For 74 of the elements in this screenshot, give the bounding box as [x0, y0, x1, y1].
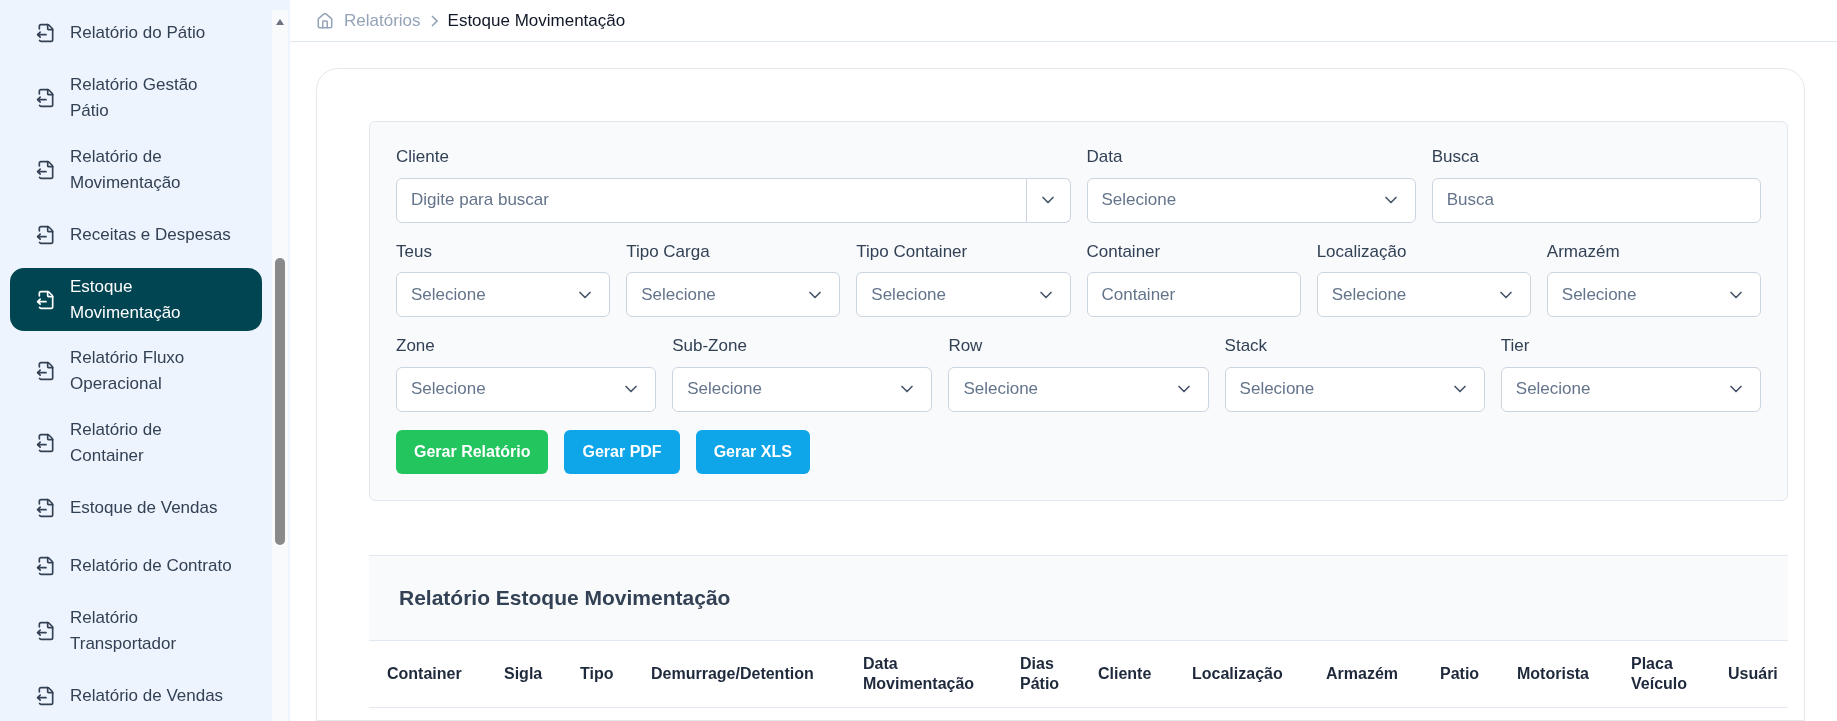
- field-label: Data: [1086, 146, 1124, 168]
- column-header: Demurrage/Detention: [651, 663, 814, 684]
- file-arrow-icon: [36, 361, 56, 382]
- column-header: Container: [387, 663, 462, 684]
- field-label: Cliente: [396, 146, 450, 168]
- select-field[interactable]: Selecione: [396, 366, 657, 412]
- file-arrow-icon: [36, 23, 56, 43]
- select-field[interactable]: Selecione: [396, 272, 611, 317]
- input-field[interactable]: Container: [1086, 272, 1301, 317]
- column-header: Placa Veículo: [1631, 653, 1687, 694]
- column-header: Usuári: [1728, 663, 1778, 684]
- select-field[interactable]: Selecione: [1086, 177, 1416, 223]
- column-header: Tipo: [580, 663, 614, 684]
- column-header: Localização: [1192, 663, 1283, 684]
- breadcrumb-current: Estoque Movimentação: [447, 9, 626, 32]
- field-label: Localização: [1316, 240, 1408, 263]
- field-label: Teus: [396, 240, 433, 263]
- chevron-right-icon: [430, 14, 438, 27]
- field-label: Zone: [396, 335, 436, 357]
- file-arrow-icon: [36, 621, 56, 642]
- field-label: Row: [948, 335, 984, 357]
- select-field[interactable]: Selecione: [948, 366, 1209, 412]
- sidebar-item[interactable]: Estoque Movimentação: [10, 267, 262, 332]
- action-button[interactable]: Gerar XLS: [695, 429, 810, 474]
- select-field[interactable]: Selecione: [1546, 272, 1761, 317]
- field-label: Tipo Carga: [626, 240, 711, 263]
- file-arrow-icon: [36, 87, 56, 108]
- select-field[interactable]: Selecione: [1316, 272, 1531, 317]
- sidebar-item[interactable]: Relatório de Container: [10, 411, 262, 476]
- sidebar-item[interactable]: Receitas e Despesas: [10, 209, 262, 260]
- action-button[interactable]: Gerar PDF: [564, 429, 680, 474]
- select-field[interactable]: Selecione: [856, 272, 1071, 317]
- dropdown-button[interactable]: [1026, 177, 1071, 223]
- sidebar-item[interactable]: Relatório Gestão Pátio: [10, 66, 262, 130]
- scroll-up-arrow-icon[interactable]: [275, 18, 285, 26]
- select-field[interactable]: Selecione: [1500, 366, 1761, 412]
- select-field[interactable]: Selecione: [1224, 366, 1485, 412]
- field-label: Sub-Zone: [672, 335, 748, 357]
- sidebar-item[interactable]: Relatório Fluxo Operacional: [10, 339, 262, 404]
- select-field[interactable]: Selecione: [672, 366, 933, 412]
- file-arrow-icon: [36, 224, 56, 245]
- field-label: Armazém: [1546, 240, 1621, 263]
- file-arrow-icon: [36, 685, 56, 706]
- sidebar-item[interactable]: Relatório Transportador: [10, 599, 262, 663]
- column-header: Motorista: [1517, 663, 1589, 684]
- scrollbar-thumb[interactable]: [275, 258, 285, 545]
- sidebar-item[interactable]: Relatório de Contrato: [10, 541, 262, 592]
- field-label: Busca: [1431, 146, 1480, 168]
- column-header: Patio: [1440, 663, 1480, 684]
- sidebar-item[interactable]: Relatório do Pátio: [10, 8, 262, 58]
- column-header: Cliente: [1098, 663, 1152, 684]
- breadcrumb-link[interactable]: Relatórios: [344, 7, 421, 34]
- file-arrow-icon: [36, 159, 56, 180]
- sidebar-item[interactable]: Relatório de Vendas: [10, 670, 262, 721]
- input-field[interactable]: Digite para buscar: [396, 177, 1027, 223]
- field-label: Stack: [1224, 335, 1269, 357]
- file-arrow-icon: [36, 556, 56, 577]
- column-header: Sigla: [504, 663, 543, 684]
- file-arrow-icon: [36, 289, 56, 310]
- file-arrow-icon: [36, 433, 56, 454]
- home-icon[interactable]: [316, 11, 334, 30]
- sidebar-item[interactable]: Relatório de Movimentação: [10, 137, 262, 202]
- field-label: Tipo Container: [856, 240, 969, 263]
- field-label: Tier: [1500, 335, 1531, 357]
- select-field[interactable]: Selecione: [626, 272, 841, 317]
- scrollbar[interactable]: [272, 10, 288, 721]
- input-field[interactable]: Busca: [1431, 177, 1761, 223]
- column-header: Armazém: [1326, 663, 1399, 684]
- field-label: Container: [1086, 240, 1162, 263]
- table-title: Relatório Estoque Movimentação: [399, 584, 731, 611]
- column-header: Data Movimentação: [863, 653, 975, 694]
- file-arrow-icon: [36, 498, 56, 519]
- column-header: Dias Pátio: [1020, 653, 1060, 694]
- sidebar-item[interactable]: Estoque de Vendas: [10, 483, 262, 534]
